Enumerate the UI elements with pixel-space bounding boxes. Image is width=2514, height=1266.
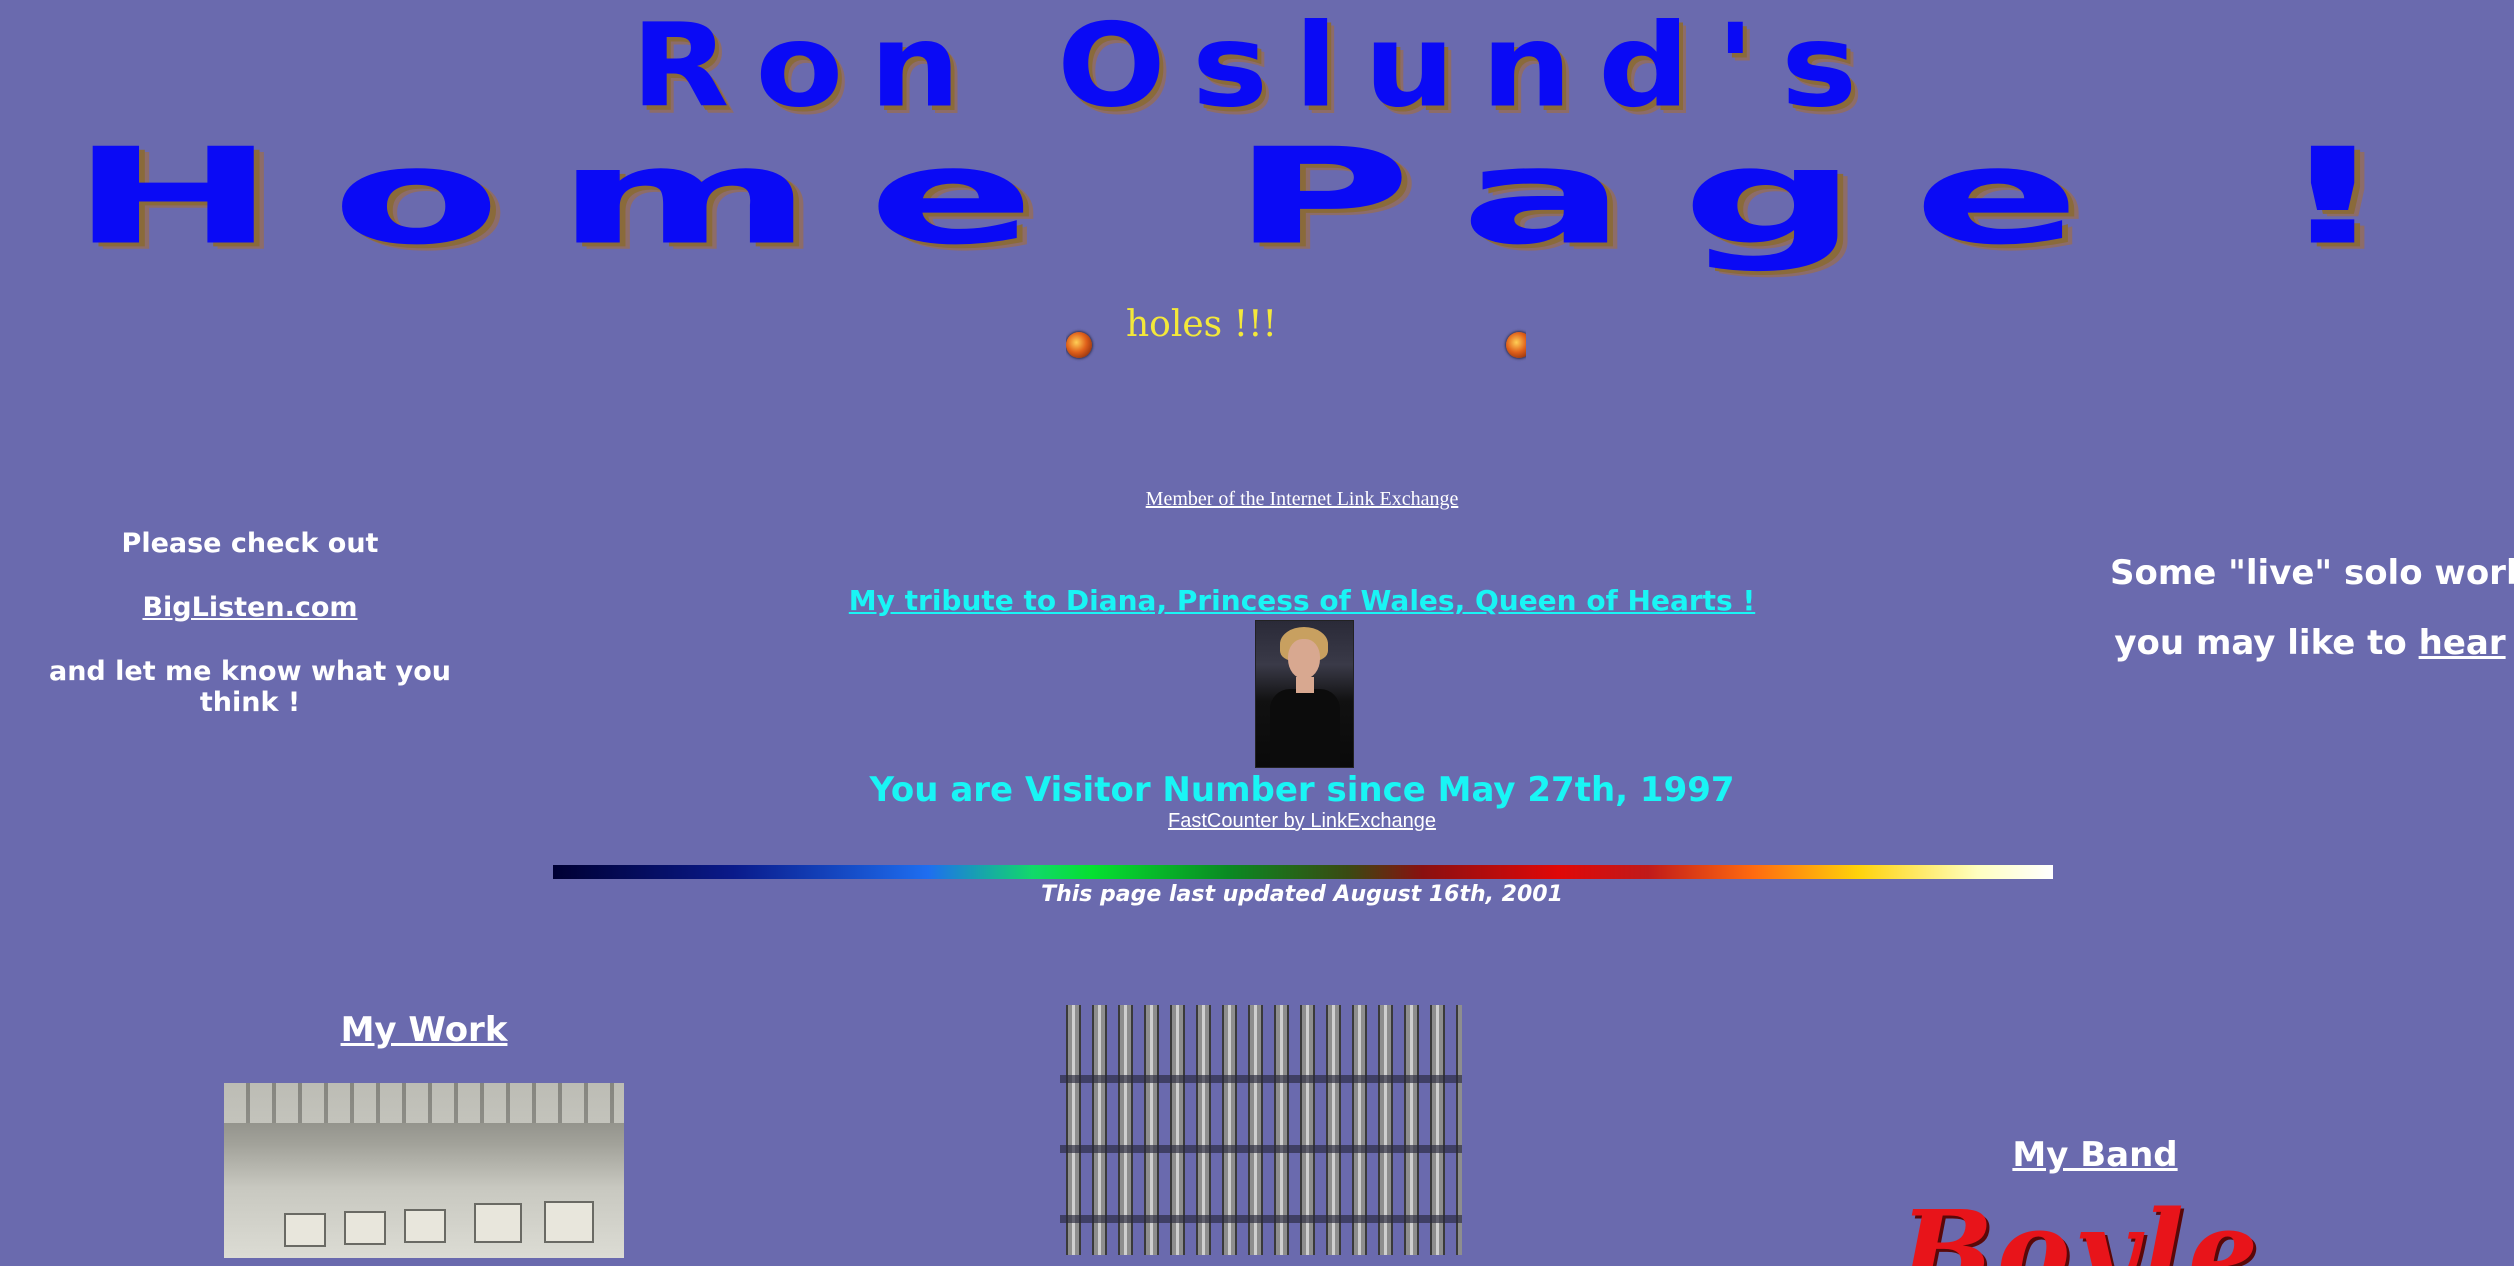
diana-photo[interactable] [1255,620,1354,768]
diana-tribute-link[interactable]: My tribute to Diana, Princess of Wales, … [849,584,1755,617]
link-exchange-member-link-container: Member of the Internet Link Exchange [0,488,2514,511]
promo-text-please-check: Please check out [121,528,379,559]
my-work-link[interactable]: My Work [341,1010,508,1050]
my-work-link-container: My Work [300,1010,548,1050]
hear-link[interactable]: hear [2419,623,2506,663]
visitor-counter-text: You are Visitor Number since May 27th, 1… [869,770,1735,810]
left-orb-icon [1066,332,1092,358]
link-exchange-member-link[interactable]: Member of the Internet Link Exchange [1146,488,1459,510]
marquee-text: holes !!! [1126,304,1277,345]
solo-work-hear-prefix: you may like to [2114,623,2419,663]
last-updated-text: This page last updated August 16th, 2001 [1041,882,1563,907]
banner-title-line-1: Ron Oslund's [630,0,1884,134]
my-work-photo[interactable] [224,1083,624,1258]
fastcounter-link[interactable]: FastCounter by LinkExchange [1168,810,1436,832]
banner-title-line-2: Home Page ! [70,120,2444,275]
band-logo[interactable]: Boyle [1900,1196,2320,1266]
my-band-link[interactable]: My Band [2012,1135,2177,1175]
diana-tribute-link-container: My tribute to Diana, Princess of Wales, … [0,584,2514,617]
promo-text-let-me-know: and let me know what you think ! [48,656,452,718]
fastcounter-link-container: FastCounter by LinkExchange [0,810,2514,833]
scrolling-marquee: holes !!! [1066,300,1526,370]
right-orb-icon [1506,332,1526,358]
my-band-link-container: My Band [1960,1135,2230,1175]
chain-link-graphic [1060,1005,1462,1255]
rainbow-divider [553,865,2053,879]
solo-work-hear-line: you may like to hear [2110,623,2510,663]
